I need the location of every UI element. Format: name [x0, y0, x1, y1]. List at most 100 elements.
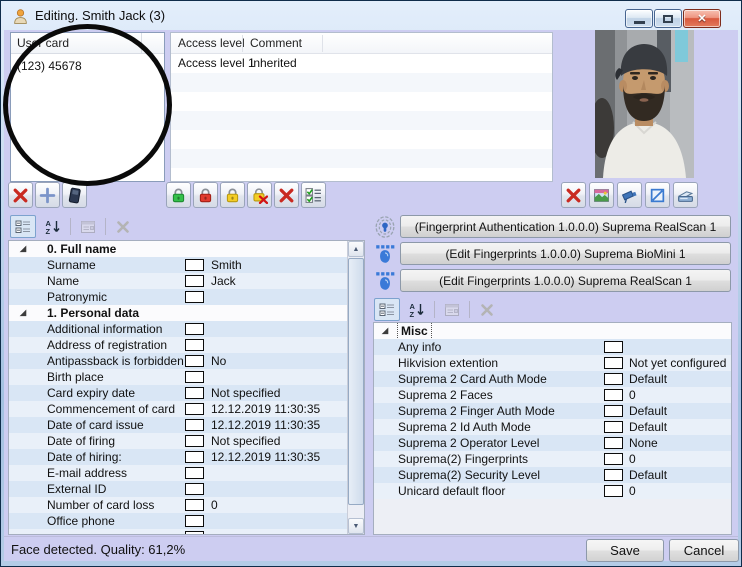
property-row[interactable]: Date of firingNot specified: [9, 433, 347, 449]
category-row[interactable]: ◢0. Full name: [9, 241, 347, 257]
property-checkbox[interactable]: [604, 357, 623, 369]
property-checkbox[interactable]: [185, 259, 204, 271]
expand-triangle-icon[interactable]: ◢: [382, 323, 388, 339]
property-value[interactable]: Default: [629, 371, 667, 387]
property-row[interactable]: Suprema 2 Operator LevelNone: [374, 435, 731, 451]
property-value[interactable]: 12.12.2019 11:30:35: [211, 401, 320, 417]
property-value[interactable]: Jack: [211, 273, 236, 289]
property-checkbox[interactable]: [185, 291, 204, 303]
scrollbar-thumb[interactable]: [348, 258, 364, 505]
property-row[interactable]: Suprema 2 Card Auth ModeDefault: [374, 371, 731, 387]
property-value[interactable]: 0: [629, 451, 636, 467]
property-pages-button[interactable]: [439, 298, 465, 321]
column-header-access-level[interactable]: Access level: [178, 33, 245, 54]
property-row[interactable]: Hikvision extentionNot yet configured: [374, 355, 731, 371]
edit-fingerprints-biomini-button[interactable]: (Edit Fingerprints 1.0.0.0) Suprema BioM…: [400, 242, 731, 265]
sort-alphabetical-button[interactable]: AZ: [40, 215, 66, 238]
property-row[interactable]: Birth place: [9, 369, 347, 385]
assign-access-level-button[interactable]: [220, 182, 245, 208]
vertical-scrollbar[interactable]: ▲ ▼: [347, 241, 364, 534]
property-checkbox[interactable]: [185, 339, 204, 351]
property-value[interactable]: Default: [629, 467, 667, 483]
property-row[interactable]: Number of card loss0: [9, 497, 347, 513]
property-row[interactable]: Office phone: [9, 513, 347, 529]
property-pages-button[interactable]: [75, 215, 101, 238]
property-value[interactable]: 12.12.2019 11:30:35: [211, 449, 320, 465]
property-row[interactable]: Date of hiring:12.12.2019 11:30:35: [9, 449, 347, 465]
property-row[interactable]: Any info: [374, 339, 731, 355]
remove-access-level-button[interactable]: [247, 182, 272, 208]
property-checkbox[interactable]: [604, 469, 623, 481]
categorized-view-button[interactable]: [10, 215, 36, 238]
property-row[interactable]: Unicard default floor0: [374, 483, 731, 499]
access-list-button[interactable]: [301, 182, 326, 208]
property-checkbox[interactable]: [604, 485, 623, 497]
scan-photo-button[interactable]: [673, 182, 698, 208]
property-checkbox[interactable]: [604, 341, 623, 353]
delete-photo-button[interactable]: [561, 182, 586, 208]
capture-from-camera-button[interactable]: [617, 182, 642, 208]
grant-access-button[interactable]: [166, 182, 191, 208]
user-card-list[interactable]: User card (123) 45678: [10, 32, 165, 182]
property-checkbox[interactable]: [185, 275, 204, 287]
expand-triangle-icon[interactable]: ◢: [20, 241, 26, 257]
access-level-table[interactable]: Access level Comment Access level 1 Inhe…: [170, 32, 553, 182]
property-row-partial[interactable]: [9, 529, 347, 534]
user-card-item[interactable]: (123) 45678: [11, 56, 164, 76]
load-photo-button[interactable]: [589, 182, 614, 208]
cancel-button[interactable]: Cancel: [669, 539, 739, 562]
scroll-down-button[interactable]: ▼: [348, 518, 364, 534]
property-row[interactable]: Suprema 2 Id Auth ModeDefault: [374, 419, 731, 435]
property-checkbox[interactable]: [185, 419, 204, 431]
maximize-button[interactable]: [654, 9, 682, 28]
scroll-up-button[interactable]: ▲: [348, 241, 364, 257]
expand-triangle-icon[interactable]: ◢: [20, 305, 26, 321]
property-row[interactable]: Card expiry dateNot specified: [9, 385, 347, 401]
property-checkbox[interactable]: [185, 451, 204, 463]
read-card-button[interactable]: [62, 182, 87, 208]
property-row[interactable]: Suprema 2 Faces0: [374, 387, 731, 403]
column-header-comment[interactable]: Comment: [250, 33, 302, 54]
delete-property-button[interactable]: [474, 298, 500, 321]
delete-card-button[interactable]: [8, 182, 33, 208]
property-checkbox[interactable]: [185, 531, 204, 534]
property-row[interactable]: Patronymic: [9, 289, 347, 305]
property-row[interactable]: Suprema(2) Fingerprints0: [374, 451, 731, 467]
misc-properties-grid[interactable]: ◢Misc Any info Hikvision extentionNot ye…: [373, 322, 732, 535]
property-value[interactable]: Default: [629, 403, 667, 419]
property-checkbox[interactable]: [185, 403, 204, 415]
property-row[interactable]: Address of registration: [9, 337, 347, 353]
categorized-view-button[interactable]: [374, 298, 400, 321]
property-value[interactable]: No: [211, 353, 226, 369]
property-checkbox[interactable]: [604, 453, 623, 465]
property-row[interactable]: Suprema(2) Security LevelDefault: [374, 467, 731, 483]
property-value[interactable]: 0: [211, 497, 218, 513]
close-button[interactable]: ✕: [683, 9, 721, 28]
property-value[interactable]: Not specified: [211, 385, 280, 401]
property-value[interactable]: 0: [629, 483, 636, 499]
delete-property-button[interactable]: [110, 215, 136, 238]
property-value[interactable]: None: [629, 435, 658, 451]
property-row[interactable]: Additional information: [9, 321, 347, 337]
property-row[interactable]: SurnameSmith: [9, 257, 347, 273]
property-value[interactable]: 12.12.2019 11:30:35: [211, 417, 320, 433]
property-checkbox[interactable]: [185, 467, 204, 479]
property-value[interactable]: Smith: [211, 257, 242, 273]
minimize-button[interactable]: [625, 9, 653, 28]
category-row[interactable]: ◢1. Personal data: [9, 305, 347, 321]
table-row[interactable]: Access level 1 Inherited: [171, 54, 552, 73]
property-checkbox[interactable]: [185, 515, 204, 527]
property-checkbox[interactable]: [185, 355, 204, 367]
deny-access-button[interactable]: [193, 182, 218, 208]
property-checkbox[interactable]: [185, 323, 204, 335]
property-row[interactable]: Antipassback is forbiddenNo: [9, 353, 347, 369]
property-row[interactable]: E-mail address: [9, 465, 347, 481]
save-button[interactable]: Save: [586, 539, 664, 562]
property-value[interactable]: 0: [629, 387, 636, 403]
property-checkbox[interactable]: [604, 373, 623, 385]
property-row[interactable]: NameJack: [9, 273, 347, 289]
personal-data-grid[interactable]: ◢0. Full name SurnameSmith NameJack Patr…: [8, 240, 365, 535]
crop-photo-button[interactable]: [645, 182, 670, 208]
property-checkbox[interactable]: [185, 371, 204, 383]
property-row[interactable]: Suprema 2 Finger Auth ModeDefault: [374, 403, 731, 419]
